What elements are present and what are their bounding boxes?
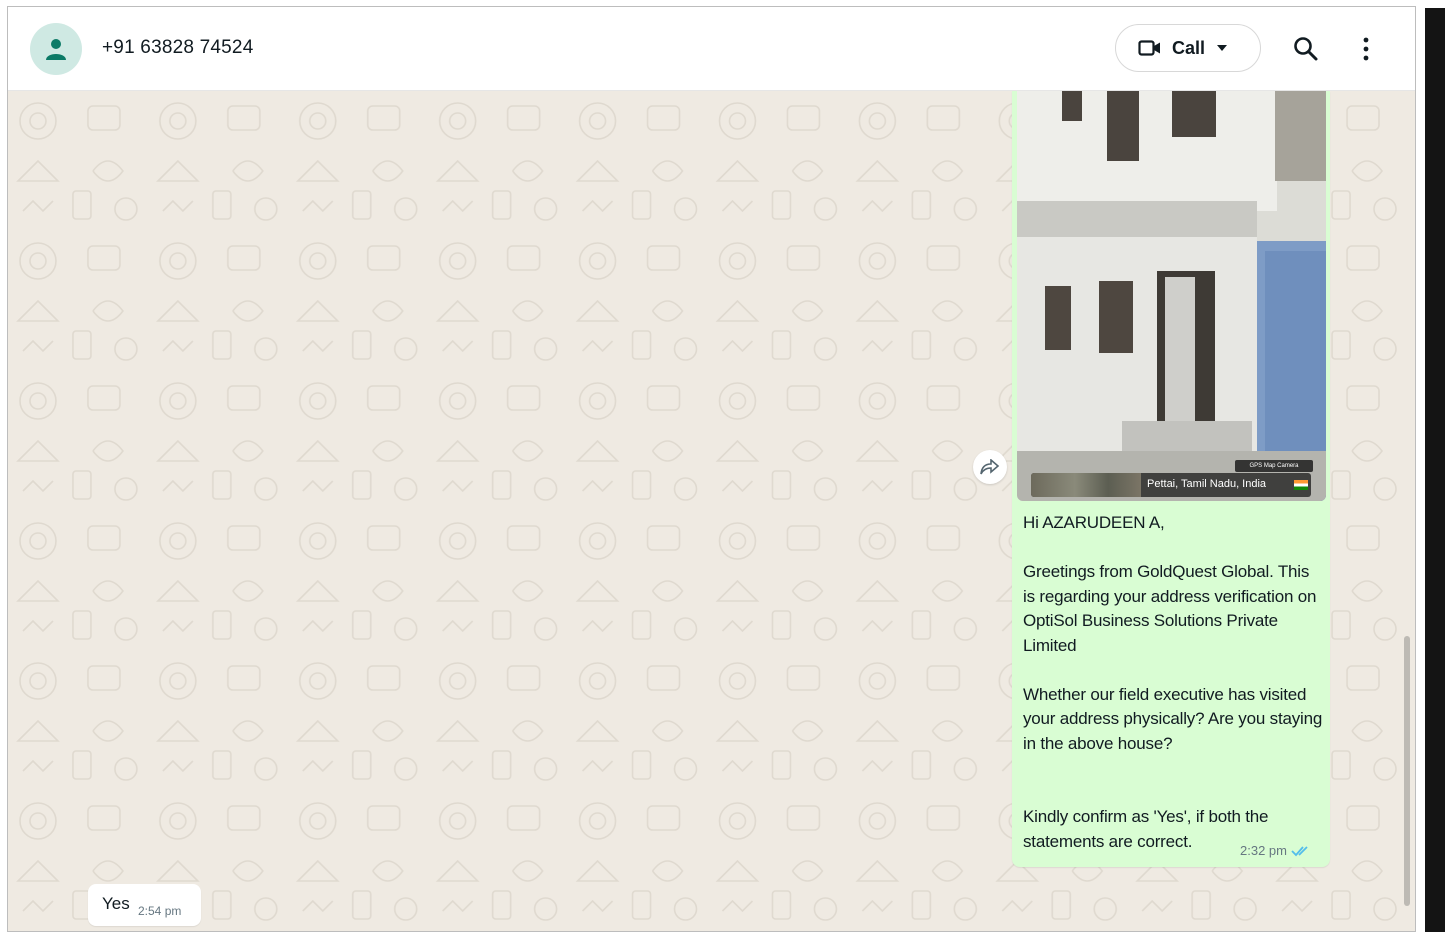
message-time: 2:32 pm xyxy=(1240,843,1287,858)
incoming-message[interactable]: Yes 2:54 pm xyxy=(88,884,201,926)
window-edge xyxy=(1425,8,1445,932)
geotag-location: Pettai, Tamil Nadu, India xyxy=(1147,478,1267,490)
double-check-read-icon xyxy=(1291,845,1308,856)
geotag-map-thumbnail xyxy=(1031,473,1141,497)
incoming-message-time: 2:54 pm xyxy=(138,904,182,918)
video-camera-icon xyxy=(1138,40,1160,56)
message-photo[interactable]: GPS Map Camera Pettai, Tamil Nadu, India xyxy=(1017,91,1326,501)
chat-window: +91 63828 74524 Call GPS Map Camera Pett… xyxy=(7,6,1416,932)
geotag-badge: GPS Map Camera xyxy=(1235,460,1313,472)
call-label: Call xyxy=(1172,37,1206,58)
scrollbar[interactable] xyxy=(1404,636,1410,906)
chat-header: +91 63828 74524 Call xyxy=(8,7,1415,91)
message-text: Hi AZARUDEEN A, Greetings from GoldQuest… xyxy=(1023,513,1323,851)
contact-avatar[interactable] xyxy=(30,23,82,75)
message-meta: 2:32 pm xyxy=(1240,843,1311,858)
person-icon xyxy=(46,39,66,60)
forward-icon xyxy=(980,459,1000,475)
search-icon[interactable] xyxy=(1293,36,1319,62)
more-vertical-icon[interactable] xyxy=(1362,37,1370,61)
geotag-bar: Pettai, Tamil Nadu, India xyxy=(1031,473,1311,497)
india-flag-icon xyxy=(1294,480,1308,490)
outgoing-message[interactable]: GPS Map Camera Pettai, Tamil Nadu, India… xyxy=(1012,91,1330,867)
caret-down-icon xyxy=(1217,45,1228,51)
incoming-message-text: Yes xyxy=(102,894,130,913)
forward-button[interactable] xyxy=(973,450,1007,484)
call-button[interactable]: Call xyxy=(1115,24,1261,72)
contact-name[interactable]: +91 63828 74524 xyxy=(102,37,253,59)
message-list[interactable]: GPS Map Camera Pettai, Tamil Nadu, India… xyxy=(8,91,1415,931)
